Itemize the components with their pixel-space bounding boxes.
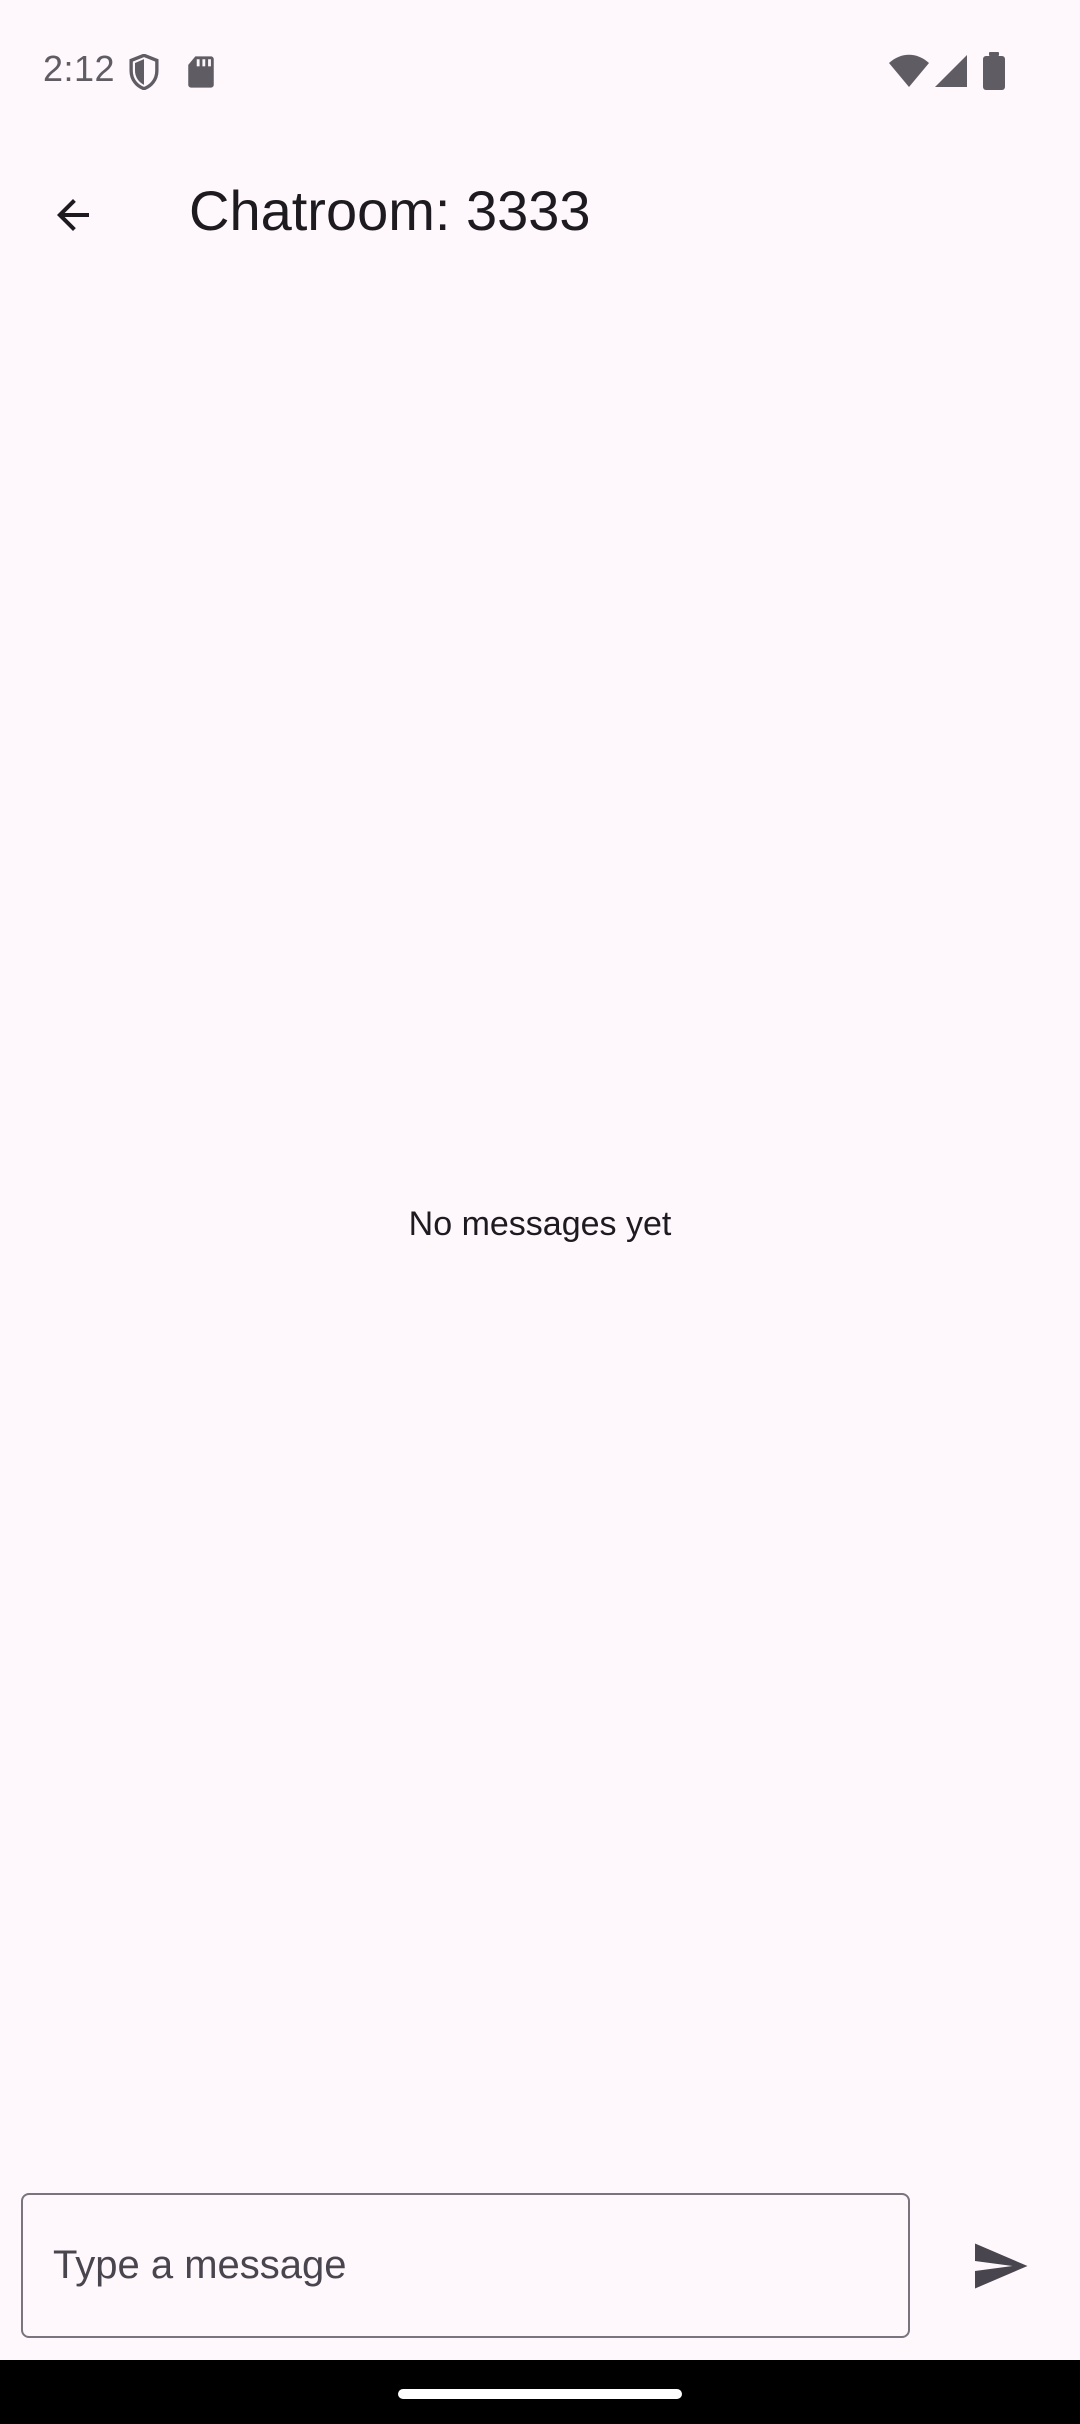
battery-icon xyxy=(983,52,1005,90)
send-button[interactable] xyxy=(950,2216,1050,2316)
back-button[interactable] xyxy=(28,170,118,260)
message-composer xyxy=(0,2180,1080,2360)
system-navigation-bar xyxy=(0,2360,1080,2424)
wifi-icon xyxy=(889,54,929,87)
status-time: 2:12 xyxy=(43,48,116,89)
home-gesture-handle[interactable] xyxy=(398,2389,682,2399)
empty-messages-text: No messages yet xyxy=(408,1205,672,1243)
app-bar: Chatroom: 3333 xyxy=(0,140,1080,288)
sd-card-icon xyxy=(188,56,214,88)
message-input[interactable] xyxy=(21,2193,910,2338)
status-bar: 2:12 xyxy=(0,0,1080,140)
send-icon xyxy=(975,2243,1028,2289)
signal-icon xyxy=(935,55,967,87)
shield-icon xyxy=(129,54,159,90)
arrow-back-icon xyxy=(57,199,89,231)
page-title: Chatroom: 3333 xyxy=(189,179,591,242)
